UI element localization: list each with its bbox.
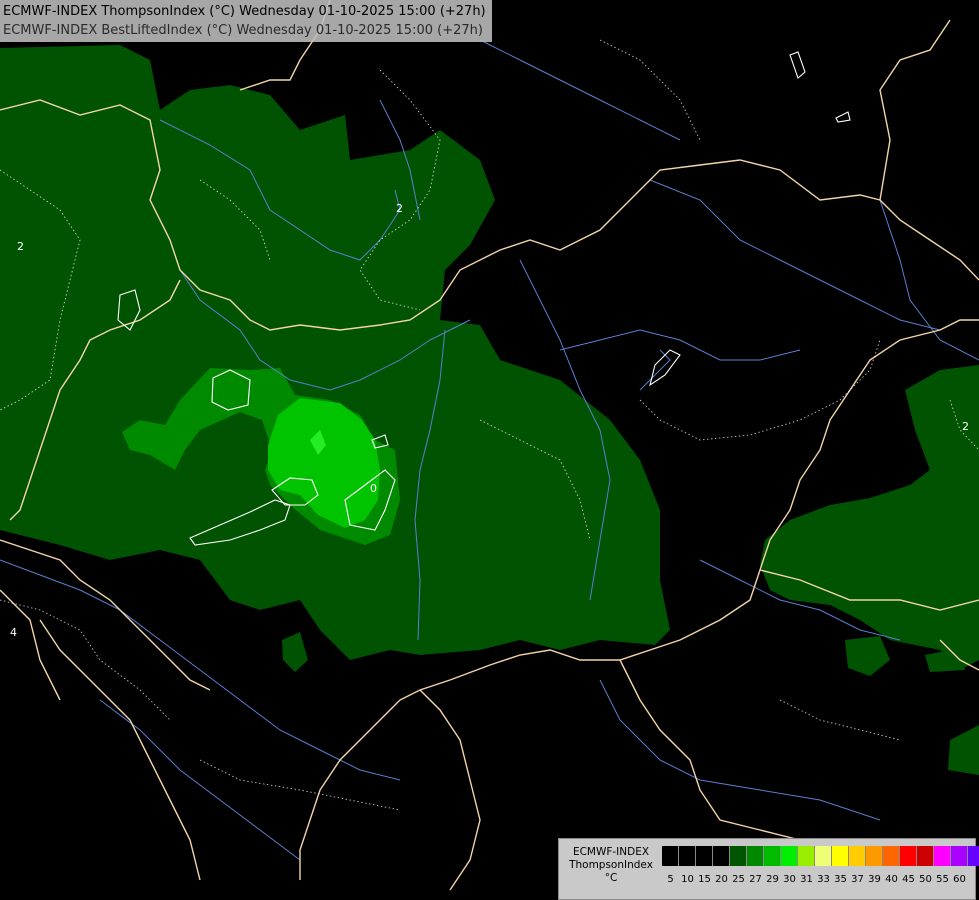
legend-swatch xyxy=(679,846,696,866)
legend-swatch xyxy=(832,846,849,866)
legend-tick: 37 xyxy=(851,874,864,885)
legend-title: ECMWF-INDEX ThompsonIndex °C xyxy=(563,846,659,885)
legend-tick: 50 xyxy=(919,874,932,885)
legend-tick: 10 xyxy=(681,874,694,885)
legend-swatch xyxy=(815,846,832,866)
legend-tick: 45 xyxy=(902,874,915,885)
legend-tick: 35 xyxy=(834,874,847,885)
legend-tick: 5 xyxy=(667,874,674,885)
legend-unit: °C xyxy=(604,872,618,884)
legend-swatch xyxy=(951,846,968,866)
legend-tick: 39 xyxy=(868,874,881,885)
legend-swatch xyxy=(764,846,781,866)
legend-swatch xyxy=(662,846,679,866)
map-title: ECMWF-INDEX ThompsonIndex (°C) Wednesday… xyxy=(0,0,492,42)
contour-label: 4 xyxy=(10,626,17,639)
legend-tick: 15 xyxy=(698,874,711,885)
contour-label: 2 xyxy=(962,420,969,433)
legend-tick: 27 xyxy=(749,874,762,885)
legend-ticks: 5 10 15 20 25 27 29 30 31 33 35 37 39 40 45 50 55 60 xyxy=(662,874,968,885)
legend-model: ECMWF-INDEX xyxy=(572,846,650,858)
contour-label: 0 xyxy=(370,482,377,495)
title-best-lifted-index: ECMWF-INDEX BestLiftedIndex (°C) Wednesd… xyxy=(3,23,483,38)
legend-swatch xyxy=(730,846,747,866)
legend-swatch xyxy=(696,846,713,866)
legend-tick: 25 xyxy=(732,874,745,885)
legend-tick: 33 xyxy=(817,874,830,885)
legend-tick: 55 xyxy=(936,874,949,885)
legend-swatch xyxy=(747,846,764,866)
legend-swatch xyxy=(968,846,979,866)
title-thompson-index: ECMWF-INDEX ThompsonIndex (°C) Wednesday… xyxy=(3,4,486,19)
legend-swatch xyxy=(798,846,815,866)
legend-swatch xyxy=(713,846,730,866)
legend-tick: 30 xyxy=(783,874,796,885)
legend-tick: 29 xyxy=(766,874,779,885)
legend-swatch xyxy=(883,846,900,866)
contour-label: 2 xyxy=(17,240,24,253)
legend-swatch xyxy=(866,846,883,866)
legend-tick: 60 xyxy=(953,874,966,885)
contour-label: 2 xyxy=(396,202,403,215)
color-legend: ECMWF-INDEX ThompsonIndex °C 5 10 15 20 25 27… xyxy=(558,838,979,900)
legend-tick: 40 xyxy=(885,874,898,885)
legend-swatch xyxy=(934,846,951,866)
legend-swatches xyxy=(662,846,979,866)
legend-swatch xyxy=(781,846,798,866)
weather-map[interactable]: 2 2 0 2 4 xyxy=(0,0,979,900)
legend-tick: 31 xyxy=(800,874,813,885)
legend-swatch xyxy=(849,846,866,866)
legend-parameter: ThompsonIndex xyxy=(569,859,653,871)
legend-tick: 20 xyxy=(715,874,728,885)
legend-swatch xyxy=(917,846,934,866)
legend-swatch xyxy=(900,846,917,866)
